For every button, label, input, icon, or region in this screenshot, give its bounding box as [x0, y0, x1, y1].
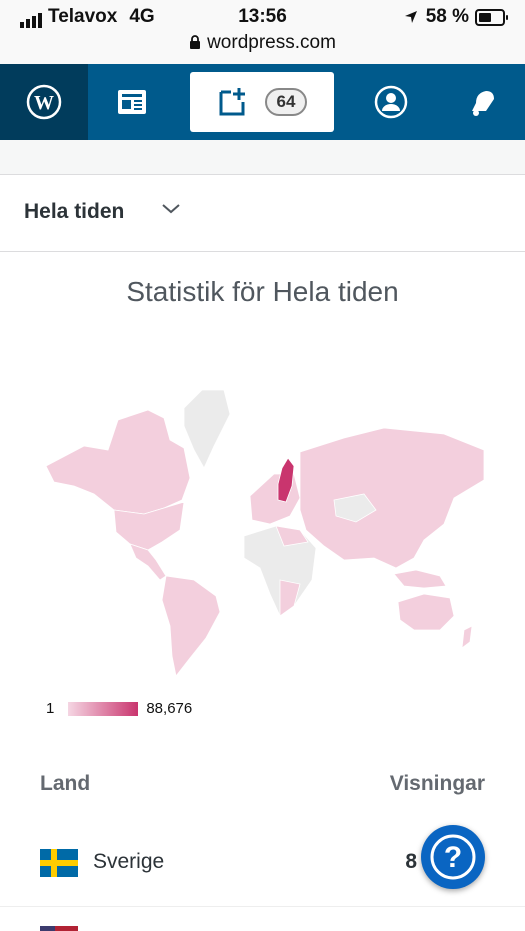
wordpress-navbar: W 64 — [0, 64, 525, 140]
user-avatar-icon — [374, 85, 408, 119]
sweden-flag-icon — [40, 849, 78, 877]
world-map — [45, 390, 485, 676]
section-divider — [0, 140, 525, 161]
nav-my-sites[interactable]: W — [0, 64, 88, 140]
nav-reader[interactable] — [88, 64, 176, 140]
drafts-count-badge: 64 — [264, 88, 308, 116]
column-header-country: Land — [40, 772, 91, 795]
map-region-north-america — [45, 409, 191, 515]
legend-gradient — [68, 701, 139, 716]
lock-icon — [190, 35, 201, 49]
stats-title: Statistik för Hela tiden — [126, 276, 399, 307]
legend-min: 1 — [46, 700, 55, 717]
address-bar[interactable]: wordpress.com — [0, 32, 525, 54]
nav-me[interactable] — [350, 64, 432, 140]
map-region-australia — [397, 593, 455, 631]
period-selector[interactable]: Hela tiden — [0, 175, 525, 252]
status-right: 58 % — [404, 6, 508, 28]
map-region-south-america — [161, 575, 221, 676]
period-label: Hela tiden — [24, 200, 125, 223]
nav-write[interactable]: 64 — [190, 72, 334, 132]
column-header-views: Visningar — [389, 772, 485, 795]
reader-icon — [118, 90, 146, 114]
stats-card: Statistik för Hela tiden 1 88,676 Land V… — [0, 252, 525, 931]
wordpress-logo-icon: W — [26, 84, 62, 120]
url-text: wordpress.com — [207, 32, 336, 53]
svg-text:W: W — [34, 92, 54, 114]
battery-icon — [475, 8, 508, 26]
map-region-asia — [299, 427, 485, 569]
nav-notifications[interactable] — [440, 64, 525, 140]
location-arrow-icon — [404, 11, 417, 23]
status-bar: Telavox 4G 13:56 58 % wordpress.com — [0, 0, 525, 64]
country-name: Sverige — [93, 850, 165, 873]
bell-icon — [471, 91, 494, 116]
map-region-greenland — [183, 390, 231, 469]
country-views: 8 — [405, 850, 417, 873]
section-divider — [0, 160, 525, 175]
map-region-se-asia — [393, 569, 447, 589]
battery-percent: 58 % — [425, 6, 469, 27]
usa-flag-icon — [40, 926, 78, 931]
legend-max: 88,676 — [146, 700, 193, 717]
map-legend: 1 88,676 — [46, 700, 192, 717]
write-post-icon — [219, 88, 245, 116]
svg-text:?: ? — [444, 841, 462, 874]
chevron-down-icon — [162, 204, 180, 214]
question-mark-icon: ? — [430, 834, 476, 880]
help-button[interactable]: ? — [421, 825, 485, 889]
map-region-new-zealand — [461, 625, 473, 649]
